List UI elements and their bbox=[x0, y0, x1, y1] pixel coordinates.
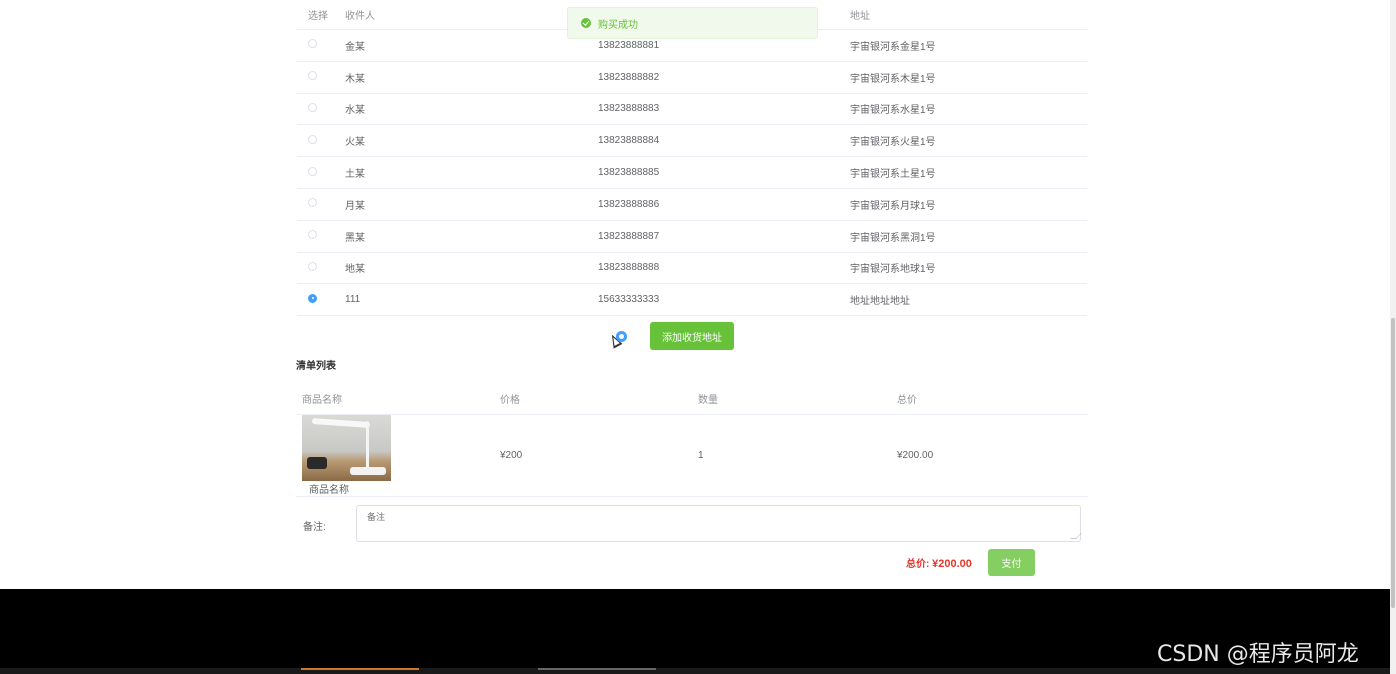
recipient-name: 月某 bbox=[345, 200, 365, 212]
address-select-cell[interactable] bbox=[297, 261, 345, 274]
recipient-address: 宇宙银河系火星1号 bbox=[850, 137, 936, 149]
toast-message: 购买成功 bbox=[598, 19, 638, 31]
remark-input[interactable] bbox=[356, 505, 1081, 542]
success-check-icon bbox=[581, 18, 591, 28]
address-radio[interactable] bbox=[308, 166, 317, 176]
order-list-table: 商品名称 价格 数量 总价 商品名称 ¥200 1 ¥200.00 bbox=[296, 383, 1088, 497]
address-select-cell[interactable] bbox=[297, 293, 345, 306]
address-radio[interactable] bbox=[308, 134, 317, 144]
recipient-name: 水某 bbox=[345, 105, 365, 117]
recipient-name: 黑某 bbox=[345, 232, 365, 244]
recipient-phone: 13823888882 bbox=[598, 71, 660, 83]
recipient-phone: 13823888884 bbox=[598, 135, 660, 147]
address-row[interactable]: 木某 13823888882 宇宙银河系木星1号 bbox=[297, 62, 1087, 94]
progress-segment-played bbox=[301, 668, 419, 670]
recipient-name: 木某 bbox=[345, 73, 365, 85]
recipient-name: 地某 bbox=[345, 264, 365, 276]
success-toast: 购买成功 bbox=[567, 7, 818, 39]
address-select-cell[interactable] bbox=[297, 166, 345, 179]
header-product-name: 商品名称 bbox=[302, 395, 342, 406]
recipient-name: 金某 bbox=[345, 41, 365, 53]
header-total: 总价 bbox=[897, 395, 917, 406]
header-address: 地址 bbox=[850, 11, 870, 22]
recipient-phone: 13823888881 bbox=[598, 39, 660, 51]
total-price: 总价: ¥200.00 bbox=[906, 555, 972, 570]
recipient-phone: 15633333333 bbox=[598, 294, 660, 306]
scrollbar-thumb[interactable] bbox=[1391, 318, 1395, 608]
recipient-name: 111 bbox=[345, 294, 361, 306]
address-select-cell[interactable] bbox=[297, 71, 345, 83]
recipient-name: 土某 bbox=[345, 169, 365, 181]
address-radio[interactable] bbox=[308, 261, 317, 271]
recipient-address: 地址地址地址 bbox=[850, 296, 910, 308]
address-radio[interactable] bbox=[308, 102, 317, 112]
recipient-phone: 13823888888 bbox=[598, 262, 660, 274]
address-row[interactable]: 地某 13823888888 宇宙银河系地球1号 bbox=[297, 253, 1087, 285]
address-radio[interactable] bbox=[308, 71, 317, 81]
list-title: 清单列表 bbox=[296, 361, 336, 372]
recipient-address: 宇宙银河系木星1号 bbox=[850, 73, 936, 85]
total-amount: ¥200.00 bbox=[932, 558, 972, 570]
address-radio[interactable] bbox=[308, 230, 317, 240]
lamp-pole-shape bbox=[366, 421, 369, 473]
list-header: 商品名称 价格 数量 总价 bbox=[296, 383, 1088, 415]
checkout-page: 选择 收件人 地址 金某 13823888881 宇宙银河系金星1号木某 138238… bbox=[0, 0, 1396, 589]
lamp-head-shape bbox=[311, 417, 371, 429]
product-name: 商品名称 bbox=[309, 485, 349, 496]
address-row[interactable]: 火某 13823888884 宇宙银河系火星1号 bbox=[297, 125, 1087, 158]
product-quantity: 1 bbox=[698, 450, 704, 461]
address-select-cell[interactable] bbox=[297, 102, 345, 115]
address-select-cell[interactable] bbox=[297, 39, 345, 51]
product-image bbox=[302, 415, 391, 481]
recipient-phone: 13823888885 bbox=[598, 167, 660, 179]
address-row[interactable]: 土某 13823888885 宇宙银河系土星1号 bbox=[297, 157, 1087, 189]
address-select-cell[interactable] bbox=[297, 198, 345, 210]
recipient-phone: 13823888886 bbox=[598, 198, 660, 210]
address-radio[interactable] bbox=[308, 293, 317, 303]
address-select-cell[interactable] bbox=[297, 230, 345, 242]
header-recipient: 收件人 bbox=[345, 11, 375, 22]
header-price: 价格 bbox=[500, 395, 520, 406]
recipient-address: 宇宙银河系金星1号 bbox=[850, 41, 936, 53]
address-rows: 金某 13823888881 宇宙银河系金星1号木某 13823888882 宇宙银河系… bbox=[297, 30, 1087, 317]
product-price: ¥200 bbox=[500, 450, 523, 461]
loading-spinner-icon bbox=[616, 331, 627, 342]
recipient-phone: 13823888883 bbox=[598, 103, 660, 115]
recipient-name: 火某 bbox=[345, 137, 365, 149]
header-quantity: 数量 bbox=[698, 395, 718, 406]
lamp-base-shape bbox=[350, 467, 386, 475]
recipient-address: 宇宙银河系土星1号 bbox=[850, 169, 936, 181]
list-item: 商品名称 ¥200 1 ¥200.00 bbox=[296, 415, 1088, 497]
address-radio[interactable] bbox=[308, 39, 317, 49]
progress-track[interactable] bbox=[0, 668, 1390, 674]
address-row[interactable]: 111 15633333333 地址地址地址 bbox=[297, 284, 1087, 317]
watermark-text: CSDN @程序员阿龙 bbox=[1157, 642, 1359, 667]
total-label: 总价: bbox=[906, 559, 930, 570]
recipient-address: 宇宙银河系月球1号 bbox=[850, 200, 936, 212]
address-row[interactable]: 水某 13823888883 宇宙银河系水星1号 bbox=[297, 94, 1087, 126]
recipient-phone: 13823888887 bbox=[598, 230, 660, 242]
recipient-address: 宇宙银河系地球1号 bbox=[850, 264, 936, 276]
progress-segment-buffered bbox=[538, 668, 656, 670]
remark-label: 备注: bbox=[303, 522, 326, 533]
product-total: ¥200.00 bbox=[897, 450, 934, 461]
header-select: 选择 bbox=[308, 11, 328, 22]
recipient-address: 宇宙银河系黑洞1号 bbox=[850, 232, 936, 244]
address-radio[interactable] bbox=[308, 198, 317, 208]
address-table: 选择 收件人 地址 金某 13823888881 宇宙银河系金星1号木某 138238… bbox=[297, 0, 1087, 317]
add-address-button[interactable]: 添加收货地址 bbox=[650, 322, 734, 350]
product-cell: 商品名称 bbox=[296, 415, 494, 496]
address-select-cell[interactable] bbox=[297, 134, 345, 147]
clock-shape bbox=[307, 457, 327, 469]
pay-button[interactable]: 支付 bbox=[988, 549, 1035, 576]
recipient-address: 宇宙银河系水星1号 bbox=[850, 105, 936, 117]
address-row[interactable]: 月某 13823888886 宇宙银河系月球1号 bbox=[297, 189, 1087, 221]
address-row[interactable]: 黑某 13823888887 宇宙银河系黑洞1号 bbox=[297, 221, 1087, 253]
